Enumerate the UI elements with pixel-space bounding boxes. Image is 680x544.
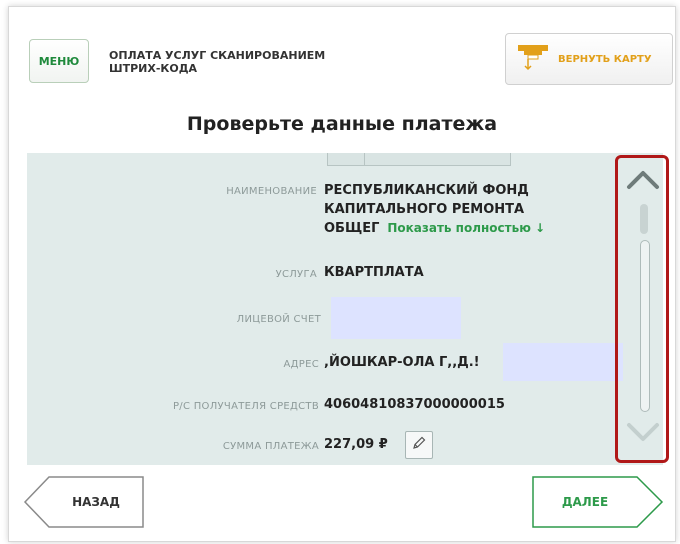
recipient-account-label: Р/С ПОЛУЧАТЕЛЯ СРЕДСТВ [172,401,319,412]
name-value: РЕСПУБЛИКАНСКИЙ ФОНД КАПИТАЛЬНОГО РЕМОНТ… [324,181,545,238]
account-label: ЛИЦЕВОЙ СЧЕТ [236,314,321,325]
scroll-up-icon[interactable] [626,168,660,194]
card-eject-icon [516,42,550,76]
name-label: НАИМЕНОВАНИЕ [226,186,317,197]
address-value: ,ЙОШКАР-ОЛА Г,,Д.! [324,355,480,370]
name-value-line3: ОБЩЕГ Показать полностью ↓ [324,219,545,238]
service-value: КВАРТПЛАТА [324,265,424,280]
panel-top-divider [327,153,511,166]
scroll-down-icon[interactable] [626,422,660,448]
next-button-label: ДАЛЕЕ [561,495,609,509]
back-button[interactable]: НАЗАД [23,475,147,529]
address-label: АДРЕС [283,359,319,370]
atm-screen: МЕНЮ ОПЛАТА УСЛУГ СКАНИРОВАНИЕМ ШТРИХ-КО… [8,6,676,542]
return-card-label: ВЕРНУТЬ КАРТУ [558,53,652,65]
return-card-button[interactable]: ВЕРНУТЬ КАРТУ [505,33,673,85]
pencil-icon [411,435,427,455]
name-value-line2: КАПИТАЛЬНОГО РЕМОНТА [324,202,525,217]
service-title: ОПЛАТА УСЛУГ СКАНИРОВАНИЕМ ШТРИХ-КОДА [109,49,369,75]
payment-details-panel: НАИМЕНОВАНИЕ РЕСПУБЛИКАНСКИЙ ФОНД КАПИТА… [27,153,663,465]
service-title-line2: ШТРИХ-КОДА [109,62,198,75]
scrollbar-thumb[interactable] [640,204,648,234]
amount-label: СУММА ПЛАТЕЖА [222,441,319,452]
account-redaction [331,297,461,339]
recipient-account-value: 40604810837000000015 [324,397,505,412]
next-button[interactable]: ДАЛЕЕ [531,475,665,529]
address-redaction [503,343,623,381]
service-title-line1: ОПЛАТА УСЛУГ СКАНИРОВАНИЕМ [109,49,326,62]
service-label: УСЛУГА [275,269,317,280]
name-value-truncated: ОБЩЕГ [324,221,380,236]
menu-button-label: МЕНЮ [38,54,80,68]
show-full-link[interactable]: Показать полностью ↓ [387,219,545,238]
back-button-label: НАЗАД [72,495,120,509]
menu-button[interactable]: МЕНЮ [29,39,89,83]
name-value-line1: РЕСПУБЛИКАНСКИЙ ФОНД [324,183,529,198]
edit-amount-button[interactable] [405,431,433,459]
scrollbar-highlight [615,155,669,463]
scrollbar-track[interactable] [640,240,650,412]
page-title: Проверьте данные платежа [186,113,498,135]
amount-value: 227,09 ₽ [324,437,388,452]
